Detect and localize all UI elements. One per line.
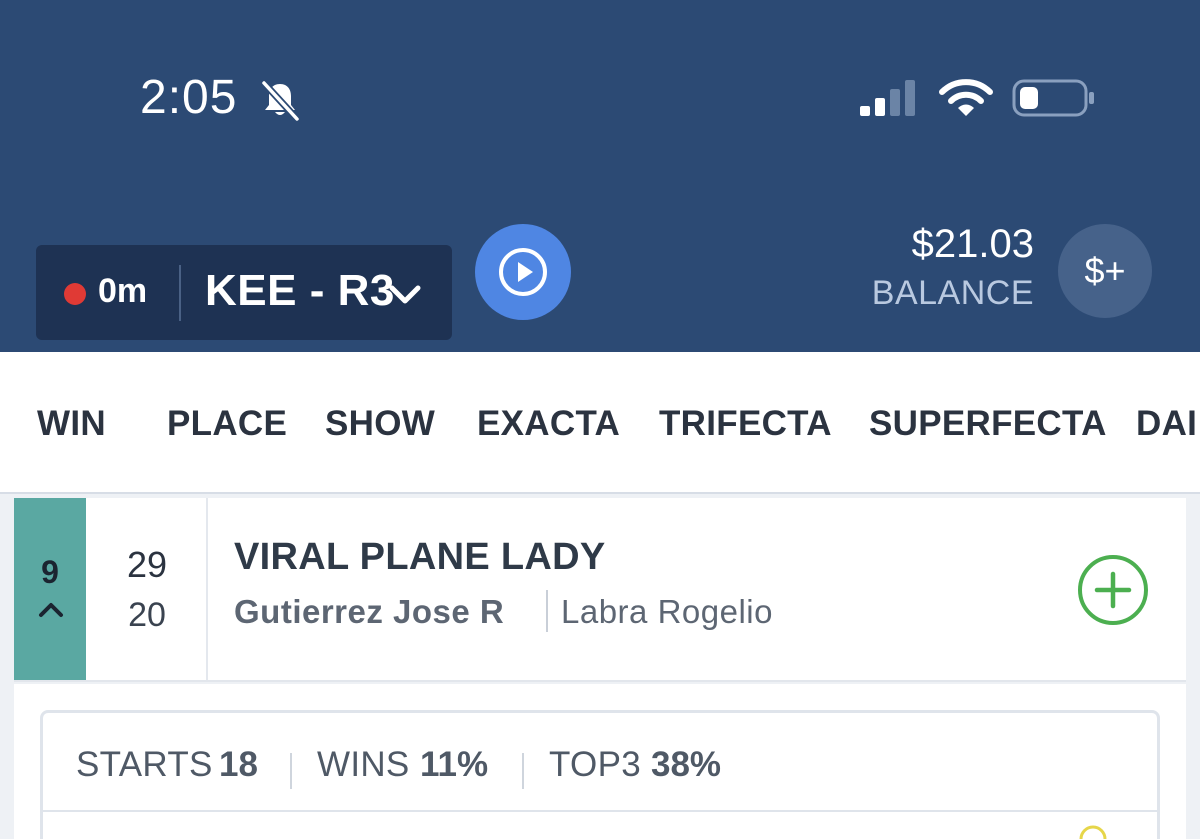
signal-icon — [860, 80, 915, 116]
status-time: 2:05 — [140, 71, 238, 124]
app-header: 2:05 0m KEE - R3 $21.03 BALANCE $+ — [0, 0, 1200, 352]
balance-label: BALANCE — [871, 274, 1034, 312]
tab-superfecta[interactable]: SUPERFECTA — [869, 404, 1107, 444]
chevron-down-icon[interactable] — [388, 282, 422, 308]
top3-value: 38% — [651, 745, 722, 784]
wifi-icon — [939, 79, 993, 116]
stat-divider — [522, 753, 524, 789]
bell-slash-icon — [261, 80, 300, 122]
runner-row[interactable]: 9 29 20 VIRAL PLANE LADY Gutierrez Jose … — [14, 498, 1186, 682]
stats-divider — [43, 810, 1157, 812]
post-number: 9 — [41, 554, 59, 590]
minutes-to-post: 0m — [98, 272, 148, 310]
race-name[interactable]: KEE - R3 — [205, 266, 395, 316]
morning-line-odds: 29 20 — [86, 498, 208, 680]
stats-card: STARTS 18 WINS 11% TOP3 38% — [40, 710, 1160, 839]
starts-value: 18 — [219, 745, 258, 784]
bet-type-tabs: WIN PLACE SHOW EXACTA TRIFECTA SUPERFECT… — [0, 352, 1200, 494]
post-position-badge[interactable]: 9 — [14, 498, 86, 680]
rating-icon — [1079, 825, 1107, 839]
tab-exacta[interactable]: EXACTA — [477, 404, 620, 444]
jockey-name: Gutierrez Jose R — [234, 593, 505, 630]
live-status-dot — [64, 283, 86, 305]
tab-show[interactable]: SHOW — [325, 404, 435, 444]
tab-trifecta[interactable]: TRIFECTA — [659, 404, 832, 444]
battery-icon — [1012, 79, 1094, 117]
starts-label: STARTS — [76, 745, 213, 784]
odds-denominator: 20 — [128, 596, 166, 634]
odds-numerator: 29 — [126, 544, 168, 585]
chevron-up-icon[interactable] — [38, 600, 64, 618]
horse-name: VIRAL PLANE LADY — [234, 536, 606, 578]
trainer-name: Labra Rogelio — [561, 593, 773, 630]
tab-daily-double[interactable]: DAI — [1136, 404, 1197, 444]
wins-label: WINS — [317, 745, 410, 784]
watch-video-button[interactable] — [475, 224, 571, 320]
stat-divider — [290, 753, 292, 789]
top3-label: TOP3 — [549, 745, 641, 784]
add-selection-button[interactable] — [1076, 553, 1150, 627]
race-selector-divider — [179, 265, 181, 321]
runner-details-panel: STARTS 18 WINS 11% TOP3 38% — [14, 684, 1186, 839]
tab-win[interactable]: WIN — [37, 404, 106, 444]
balance-amount: $21.03 — [911, 222, 1034, 266]
wins-value: 11% — [420, 745, 489, 784]
deposit-button[interactable]: $+ — [1058, 224, 1152, 318]
play-circle-icon — [499, 248, 547, 296]
jockey-trainer-divider — [546, 590, 548, 632]
tab-place[interactable]: PLACE — [167, 404, 287, 444]
